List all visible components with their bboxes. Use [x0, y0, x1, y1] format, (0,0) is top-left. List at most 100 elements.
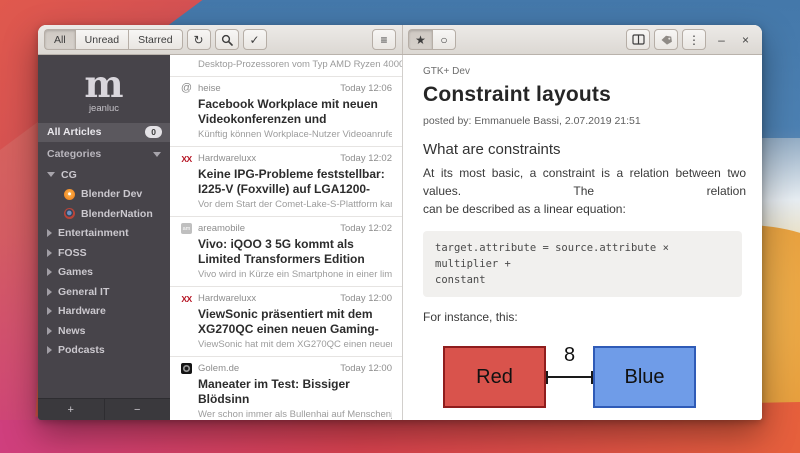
filter-all-button[interactable]: All [44, 29, 75, 50]
sidebar-item-blendernation[interactable]: BlenderNation [38, 204, 170, 224]
category-label: Entertainment [58, 227, 129, 240]
hamburger-icon: ≡ [380, 32, 388, 47]
sidebar-item-news[interactable]: News [38, 321, 170, 341]
blue-box: Blue [593, 346, 696, 408]
filter-unread-button[interactable]: Unread [74, 29, 129, 50]
star-icon: ★ [415, 32, 426, 47]
article-list[interactable]: Desktop-Prozessoren vom Typ AMD Ryzen 40… [170, 55, 403, 420]
list-item[interactable]: XX Hardwareluxx Today 12:02 Keine IPG-Prob… [170, 147, 402, 217]
section-heading: What are constraints [423, 141, 561, 158]
feed-name: Hardwareluxx [198, 293, 257, 304]
expander-right-icon[interactable] [47, 346, 52, 355]
sidebar-footer: + − [38, 398, 170, 420]
category-tree: CG Blender Dev BlenderNation Entertainme… [38, 165, 170, 398]
article-feed-label: GTK+ Dev [423, 66, 470, 77]
sidebar-item-general-it[interactable]: General IT [38, 282, 170, 302]
sidebar-item-blender-dev[interactable]: Blender Dev [38, 185, 170, 205]
unread-toggle-button[interactable]: ○ [432, 29, 456, 50]
sidebar-item-games[interactable]: Games [38, 263, 170, 283]
close-button[interactable]: × [737, 31, 754, 48]
expander-right-icon[interactable] [47, 229, 52, 238]
list-item[interactable]: Golem.de Today 12:00 Maneater im Test: Bi… [170, 357, 402, 420]
reader-mode-button[interactable] [626, 29, 650, 50]
paragraph-line: can be described as a linear equation: [423, 202, 626, 216]
list-item-partial[interactable]: Desktop-Prozessoren vom Typ AMD Ryzen 40… [170, 55, 402, 77]
search-button[interactable] [214, 29, 239, 50]
sidebar-item-podcasts[interactable]: Podcasts [38, 341, 170, 361]
categories-header[interactable]: Categories [38, 142, 170, 165]
categories-label: Categories [47, 148, 102, 160]
blender-icon [64, 188, 75, 200]
item-summary: Künftig können Workplace-Nutzer Videoanr… [198, 129, 392, 140]
window-body: m jeanluc All Articles 0 Categories CG B… [38, 55, 762, 420]
tag-icon [661, 35, 672, 45]
filter-switcher: All Unread Starred [44, 29, 183, 50]
category-label: CG [61, 168, 77, 181]
constraint-diagram: Red 8 Blue [443, 344, 746, 408]
tag-button[interactable] [654, 29, 678, 50]
expander-right-icon[interactable] [47, 248, 52, 257]
areamobile-favicon: am [181, 223, 192, 234]
red-box-label: Red [476, 365, 513, 388]
list-item[interactable]: XX Hardwareluxx Today 12:00 ViewSonic präs… [170, 287, 402, 357]
item-date: Today 12:02 [340, 223, 392, 234]
article-view: GTK+ Dev Constraint layouts posted by: E… [403, 55, 762, 420]
minimize-button[interactable]: – [713, 31, 730, 48]
check-icon: ✓ [249, 32, 260, 47]
blendernation-icon [64, 208, 75, 220]
list-menu-button[interactable]: ≡ [372, 29, 396, 50]
red-box: Red [443, 346, 546, 408]
item-date: Today 12:02 [340, 153, 392, 164]
feedreader-window: All Unread Starred ↻ ✓ ≡ ★ ○ ⋮ – × m jea… [38, 25, 762, 420]
sidebar-item-entertainment[interactable]: Entertainment [38, 224, 170, 244]
expander-right-icon[interactable] [47, 326, 52, 335]
sidebar-item-hardware[interactable]: Hardware [38, 302, 170, 322]
add-feed-button[interactable]: + [38, 399, 105, 420]
category-label: Games [58, 266, 94, 279]
refresh-icon: ↻ [193, 32, 204, 47]
paragraph: For instance, this: [423, 310, 518, 324]
feed-label: Blender Dev [81, 188, 143, 201]
paragraph-line: At its most basic, a constraint is a rel… [423, 166, 746, 198]
constraint-connector: 8 [546, 344, 593, 408]
category-label: FOSS [58, 246, 87, 259]
filter-starred-button[interactable]: Starred [128, 29, 183, 50]
item-title: Facebook Workplace mit neuen Videokonfer… [198, 97, 378, 126]
sidebar: m jeanluc All Articles 0 Categories CG B… [38, 55, 170, 420]
item-date: Today 12:00 [340, 293, 392, 304]
remove-feed-button[interactable]: − [105, 399, 171, 420]
category-label: General IT [58, 285, 110, 298]
sidebar-item-all-articles[interactable]: All Articles 0 [38, 123, 170, 142]
close-icon: × [741, 32, 749, 47]
golem-favicon [181, 363, 192, 374]
code-line: target.attribute = source.attribute × mu… [435, 242, 669, 270]
expander-right-icon[interactable] [47, 287, 52, 296]
expander-right-icon[interactable] [47, 307, 52, 316]
article-toggle-group: ★ ○ [408, 29, 456, 50]
mark-read-button[interactable]: ✓ [242, 29, 267, 50]
app-menu-button[interactable]: ⋮ [682, 29, 706, 50]
item-date: Today 12:00 [340, 363, 392, 374]
item-summary: Vor dem Start der Comet-Lake-S-Plattform… [198, 199, 392, 210]
sidebar-item-foss[interactable]: FOSS [38, 243, 170, 263]
headerbar: All Unread Starred ↻ ✓ ≡ ★ ○ ⋮ – × [38, 25, 762, 55]
expander-down-icon[interactable] [47, 172, 55, 178]
item-date: Today 12:06 [340, 83, 392, 94]
list-item[interactable]: @ heise Today 12:06 Facebook Workplace mit… [170, 77, 402, 147]
category-label: News [58, 324, 86, 337]
refresh-button[interactable]: ↻ [186, 29, 211, 50]
desktop-wallpaper: All Unread Starred ↻ ✓ ≡ ★ ○ ⋮ – × m jea… [0, 0, 800, 453]
sidebar-item-cg[interactable]: CG [38, 165, 170, 185]
list-item[interactable]: am areamobile Today 12:02 Vivo: iQOO 3 5G … [170, 217, 402, 287]
star-toggle-button[interactable]: ★ [408, 29, 432, 50]
logo-m-glyph: m [84, 62, 124, 106]
item-summary: Wer schon immer als Bullenhai auf Mensch… [198, 409, 392, 420]
distance-label: 8 [563, 344, 576, 366]
feed-name: areamobile [198, 223, 245, 234]
chevron-down-icon [153, 151, 161, 157]
expander-right-icon[interactable] [47, 268, 52, 277]
category-label: Podcasts [58, 344, 105, 357]
feed-name: heise [198, 83, 221, 94]
search-icon [221, 34, 233, 46]
kebab-icon: ⋮ [688, 32, 700, 47]
